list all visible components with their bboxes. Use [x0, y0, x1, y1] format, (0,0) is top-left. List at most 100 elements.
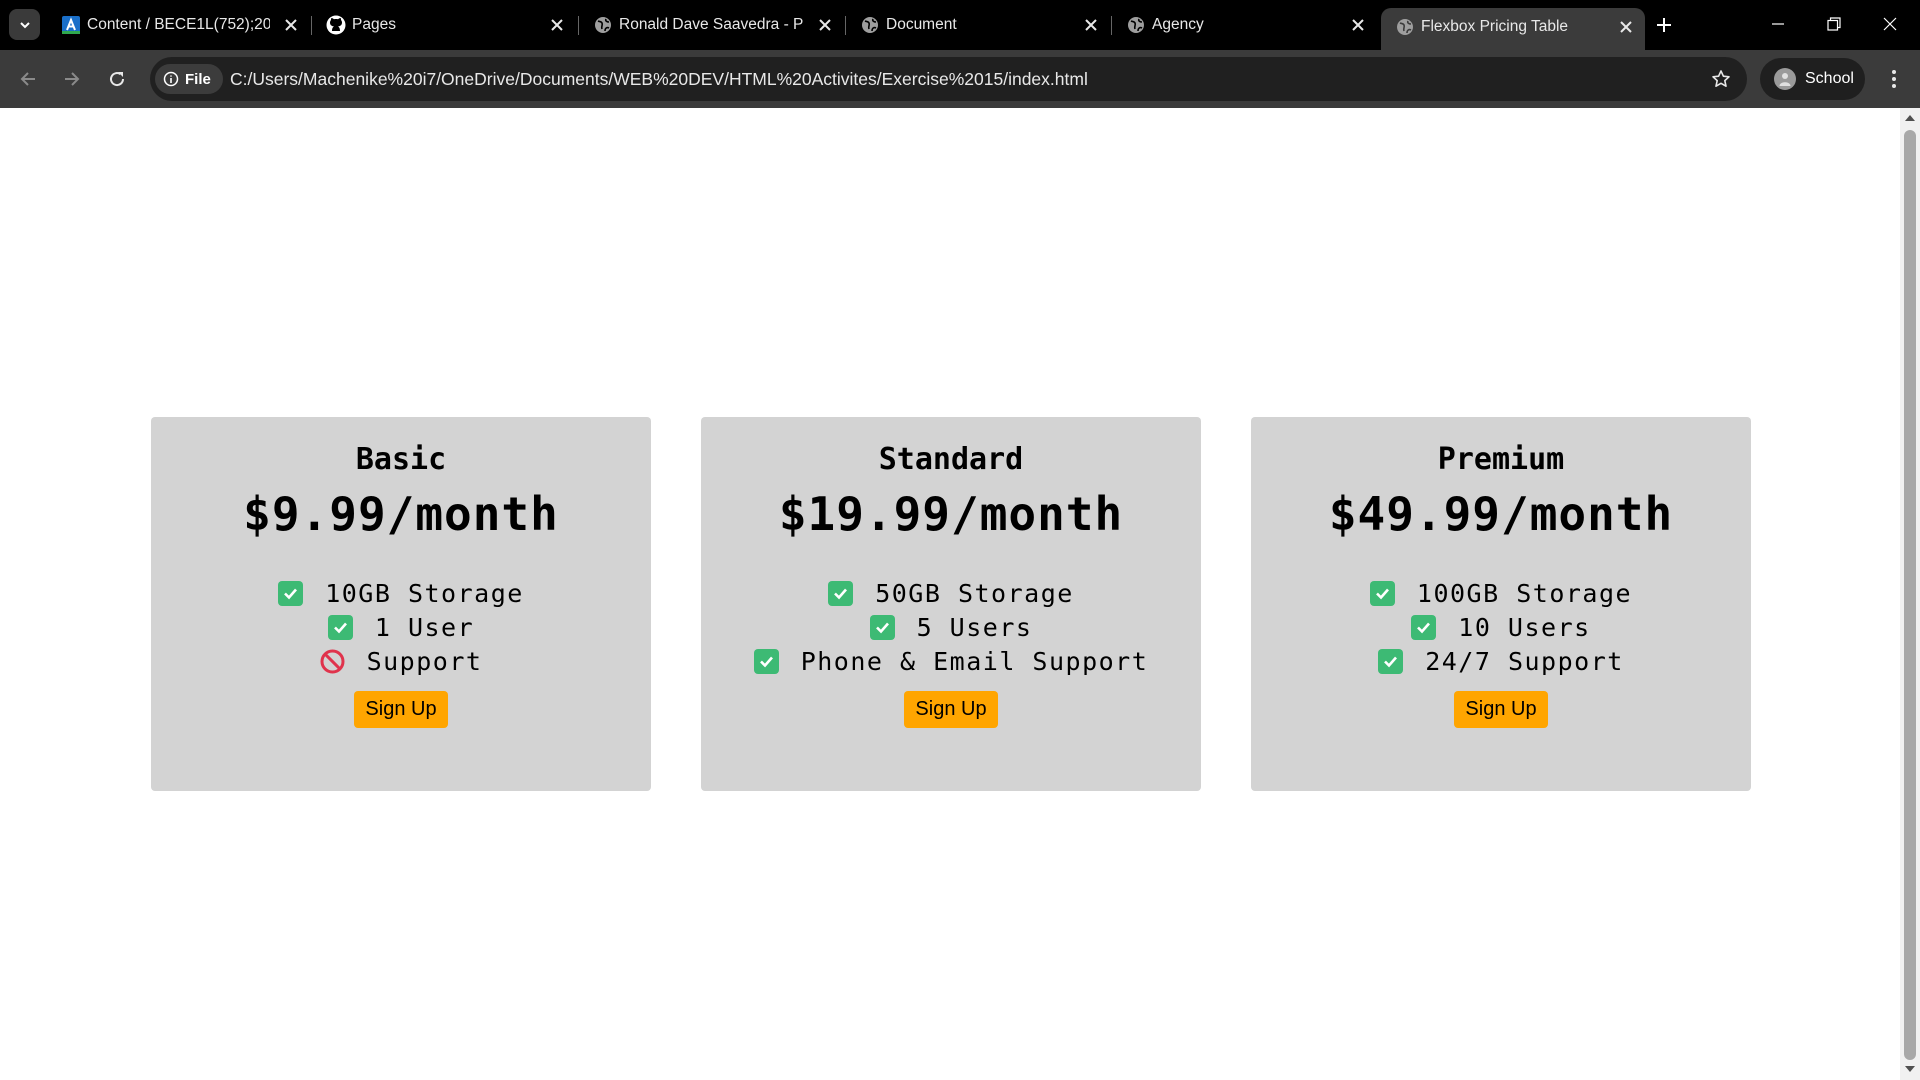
tab-title: Ronald Dave Saavedra - Po	[619, 16, 804, 33]
tab-title: Content / BECE1L(752);202	[87, 16, 270, 33]
check-icon	[1378, 648, 1404, 674]
tab-flexbox-pricing-table[interactable]: Flexbox Pricing Table	[1381, 8, 1645, 50]
plan-name: Standard	[878, 442, 1024, 477]
scroll-up-arrow-icon[interactable]	[1905, 115, 1915, 121]
check-icon	[327, 614, 353, 640]
globe-icon	[1126, 15, 1146, 35]
feature-item: 100GB Storage	[1251, 576, 1751, 610]
feature-text: 50GB Storage	[875, 578, 1074, 608]
check-icon	[278, 580, 304, 606]
bookmark-button[interactable]	[1709, 67, 1733, 91]
feature-text: 100GB Storage	[1416, 578, 1633, 608]
new-tab-button[interactable]	[1650, 11, 1678, 39]
globe-icon	[860, 15, 880, 35]
avatar	[1774, 68, 1796, 90]
prohibited-icon	[320, 649, 345, 674]
feature-text: 10GB Storage	[325, 578, 524, 608]
scrollbar-thumb[interactable]	[1904, 130, 1916, 1060]
feature-list: 10GB Storage 1 User Support	[151, 576, 651, 678]
feature-item: 10GB Storage	[151, 576, 651, 610]
tab-title: Pages	[352, 16, 396, 33]
close-icon[interactable]	[546, 14, 568, 36]
vertical-scrollbar[interactable]	[1900, 108, 1920, 1080]
globe-icon	[1395, 17, 1415, 37]
close-icon	[1883, 17, 1897, 31]
feature-item: Support	[151, 644, 651, 678]
site-info-chip[interactable]: File	[155, 64, 223, 94]
address-bar[interactable]: File C:/Users/Machenike%20i7/OneDrive/Do…	[150, 57, 1747, 101]
tab-pages[interactable]: Pages	[312, 7, 576, 43]
person-icon	[1779, 73, 1791, 86]
feature-item: 24/7 Support	[1251, 644, 1751, 678]
feature-item: 10 Users	[1251, 610, 1751, 644]
feature-text: 1 User	[374, 612, 475, 642]
pricing-card-standard: Standard $19.99/month 50GB Storage 5 Use…	[701, 417, 1201, 791]
pricing-card-basic: Basic $9.99/month 10GB Storage 1 User Su…	[151, 417, 651, 791]
restore-icon	[1827, 17, 1841, 31]
tab-content[interactable]: Content / BECE1L(752);202	[47, 7, 310, 43]
plan-name: Basic	[355, 442, 447, 477]
reload-icon	[110, 72, 125, 87]
feature-text: 5 Users	[916, 612, 1033, 642]
plus-icon	[1657, 18, 1671, 32]
close-icon[interactable]	[814, 14, 836, 36]
tab-strip: Content / BECE1L(752);202 Pages Ronald D…	[0, 0, 1920, 50]
feature-text: 10 Users	[1458, 612, 1591, 642]
plan-price: $9.99/month	[243, 487, 559, 541]
scroll-down-arrow-icon[interactable]	[1905, 1066, 1915, 1072]
info-icon	[163, 71, 179, 87]
arrow-right-icon	[65, 72, 80, 86]
minimize-icon	[1772, 23, 1784, 25]
check-icon	[753, 648, 779, 674]
tab-title: Document	[886, 16, 957, 33]
browser-menu-button[interactable]	[1882, 63, 1906, 95]
feature-item: 50GB Storage	[701, 576, 1201, 610]
close-window-button[interactable]	[1862, 0, 1918, 48]
plan-price: $19.99/month	[778, 487, 1124, 541]
feature-list: 50GB Storage 5 Users Phone & Email Suppo…	[701, 576, 1201, 678]
check-icon	[1411, 614, 1437, 640]
arrow-left-icon	[20, 72, 35, 86]
feature-text: Support	[366, 646, 483, 676]
profile-button[interactable]: School	[1760, 58, 1865, 100]
page-viewport: Basic $9.99/month 10GB Storage 1 User Su…	[0, 108, 1900, 1080]
restore-button[interactable]	[1806, 0, 1862, 48]
feature-list: 100GB Storage 10 Users 24/7 Support	[1251, 576, 1751, 678]
check-icon	[1369, 580, 1395, 606]
forward-button[interactable]	[56, 63, 88, 95]
tab-agency[interactable]: Agency	[1112, 7, 1377, 43]
tab-search-button[interactable]	[9, 9, 40, 40]
star-icon	[1712, 70, 1730, 87]
feature-item: 5 Users	[701, 610, 1201, 644]
close-icon[interactable]	[1347, 14, 1369, 36]
check-icon	[828, 580, 854, 606]
close-icon[interactable]	[1615, 16, 1637, 38]
tab-title: Flexbox Pricing Table	[1421, 18, 1569, 35]
feature-item: 1 User	[151, 610, 651, 644]
minimize-button[interactable]	[1750, 0, 1806, 48]
chevron-down-icon	[19, 21, 30, 28]
plan-name: Premium	[1437, 442, 1565, 477]
close-icon[interactable]	[280, 14, 302, 36]
url-text[interactable]: C:/Users/Machenike%20i7/OneDrive/Documen…	[230, 69, 1088, 90]
tab-document[interactable]: Document	[846, 7, 1110, 43]
more-vert-icon	[1892, 70, 1896, 88]
tab-ronald[interactable]: Ronald Dave Saavedra - Po	[579, 7, 844, 43]
feature-text: 24/7 Support	[1425, 646, 1624, 676]
back-button[interactable]	[12, 63, 44, 95]
close-icon[interactable]	[1080, 14, 1102, 36]
reload-button[interactable]	[101, 63, 133, 95]
profile-name: School	[1805, 70, 1854, 87]
pricing-card-premium: Premium $49.99/month 100GB Storage 10 Us…	[1251, 417, 1751, 791]
tab-title: Agency	[1152, 16, 1204, 33]
sign-up-button[interactable]: Sign Up	[904, 691, 998, 728]
browser-toolbar: File C:/Users/Machenike%20i7/OneDrive/Do…	[0, 50, 1920, 108]
check-icon	[869, 614, 895, 640]
plan-price: $49.99/month	[1328, 487, 1674, 541]
site-chip-label: File	[185, 70, 211, 88]
globe-icon	[593, 15, 613, 35]
sign-up-button[interactable]: Sign Up	[1454, 691, 1548, 728]
atom-icon	[61, 15, 81, 35]
feature-text: Phone & Email Support	[800, 646, 1149, 676]
sign-up-button[interactable]: Sign Up	[354, 691, 448, 728]
